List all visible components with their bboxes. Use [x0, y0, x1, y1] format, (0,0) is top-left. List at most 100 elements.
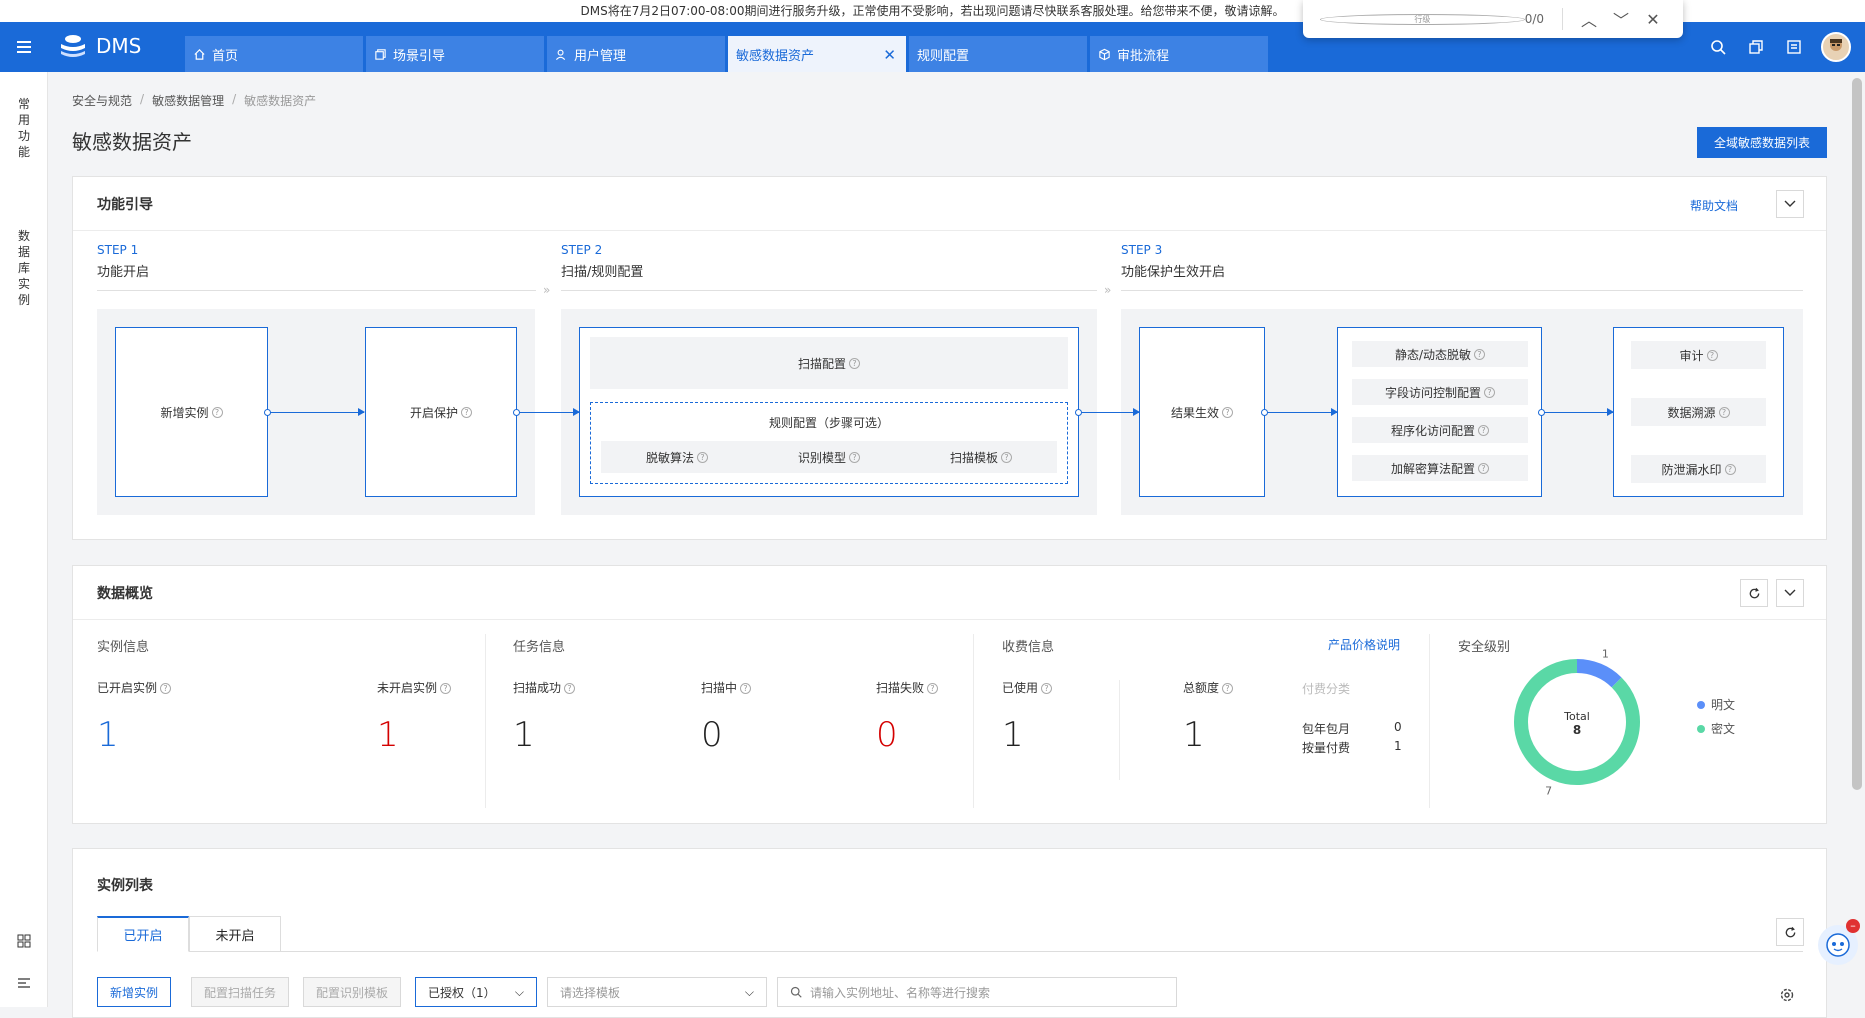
help-icon[interactable]: ?	[1484, 386, 1495, 398]
price-description-link[interactable]: 产品价格说明	[1328, 636, 1400, 653]
global-sensitive-data-list-button[interactable]: 全域敏感数据列表	[1697, 127, 1827, 158]
tab-opened[interactable]: 已开启	[97, 916, 189, 952]
user-avatar[interactable]	[1821, 32, 1851, 62]
programmatic-access-item[interactable]: 程序化访问配置?	[1352, 417, 1528, 443]
find-input[interactable]: 行级	[1320, 13, 1525, 25]
rail-common-functions[interactable]: 常用功能	[17, 96, 31, 160]
static-dynamic-desensitization-item[interactable]: 静态/动态脱敏?	[1352, 341, 1528, 367]
new-instance-button[interactable]: 新增实例	[97, 977, 172, 1007]
new-instance-box[interactable]: 新增实例?	[115, 327, 268, 497]
help-icon[interactable]: ?	[1474, 348, 1486, 360]
search-icon[interactable]	[1699, 28, 1737, 66]
close-icon[interactable]: ✕	[1637, 10, 1669, 29]
page-scrollbar[interactable]	[1852, 78, 1862, 790]
collapse-guide-button[interactable]	[1776, 190, 1804, 218]
subscription-label: 包年包月	[1302, 722, 1351, 736]
help-icon[interactable]: ?	[1706, 349, 1718, 361]
scan-success-value[interactable]: 1	[513, 715, 535, 755]
help-icon[interactable]: ?	[1001, 451, 1012, 463]
collapse-menu-icon[interactable]	[17, 976, 31, 990]
collapse-overview-button[interactable]	[1776, 579, 1804, 607]
legend-item-plaintext[interactable]: 明文	[1697, 696, 1735, 713]
tab-user-management[interactable]: 用户管理	[547, 36, 725, 72]
help-icon[interactable]: ?	[697, 451, 708, 463]
instance-search-input[interactable]: 请输入实例地址、名称等进行搜索	[777, 977, 1177, 1007]
breadcrumb-item[interactable]: 安全与规范	[72, 92, 132, 109]
item-label: 程序化访问配置	[1390, 423, 1475, 438]
breadcrumb-item[interactable]: 敏感数据管理	[152, 92, 224, 109]
scanning-value[interactable]: 0	[701, 715, 723, 755]
unopened-instances-value[interactable]: 1	[377, 715, 399, 755]
rule-config-title: 规则配置（步骤可选）	[768, 416, 889, 430]
enable-protection-box[interactable]: 开启保护?	[365, 327, 517, 497]
tab-scenario-guide[interactable]: 场景引导	[366, 36, 544, 72]
legend-swatch	[1697, 701, 1705, 709]
tab-approval-flow[interactable]: 审批流程	[1090, 36, 1268, 72]
subscription-value: 0	[1394, 720, 1402, 734]
help-icon[interactable]: ?	[1041, 683, 1053, 694]
step-number: STEP 1	[97, 243, 139, 257]
step-number: STEP 2	[561, 243, 603, 257]
config-scan-task-button[interactable]: 配置扫描任务	[191, 977, 290, 1007]
chevron-down-icon[interactable]: ﹀	[1605, 7, 1637, 31]
document-icon[interactable]	[1775, 28, 1813, 66]
dms-logo[interactable]: DMS	[58, 32, 141, 60]
help-icon[interactable]: ?	[1718, 406, 1730, 418]
close-tab-icon[interactable]: ✕	[883, 46, 896, 64]
donut-slice-0[interactable]	[1576, 659, 1622, 688]
tab-label: 审批流程	[1117, 48, 1170, 64]
tab-home[interactable]: 首页	[185, 36, 363, 72]
help-icon[interactable]: ?	[1478, 424, 1489, 436]
authorized-select[interactable]: 已授权（1） ⌵	[415, 977, 537, 1007]
watermark-item[interactable]: 防泄漏水印?	[1631, 455, 1766, 483]
template-select[interactable]: 请选择模板 ⌵	[547, 977, 767, 1007]
help-icon[interactable]: ?	[1724, 463, 1736, 475]
scan-config-chip[interactable]: 扫描配置?	[590, 337, 1068, 389]
help-icon[interactable]: ?	[849, 357, 860, 369]
help-icon[interactable]: ?	[849, 451, 860, 463]
data-trace-item[interactable]: 数据溯源?	[1631, 398, 1766, 426]
help-icon[interactable]: ?	[160, 683, 172, 694]
help-icon[interactable]: ?	[1478, 462, 1489, 474]
menu-icon[interactable]	[16, 37, 36, 57]
help-icon[interactable]: ?	[740, 683, 752, 694]
grid-icon[interactable]	[17, 934, 31, 948]
help-icon[interactable]: ?	[1222, 406, 1233, 418]
settings-icon[interactable]	[1779, 987, 1795, 1003]
task-info-title: 任务信息	[513, 640, 566, 655]
help-icon[interactable]: ?	[564, 683, 576, 694]
scan-template-item[interactable]: 扫描模板?	[905, 441, 1057, 473]
minimize-badge[interactable]: –	[1846, 919, 1860, 933]
card-title: 实例列表	[97, 878, 153, 894]
refresh-list-button[interactable]	[1776, 918, 1804, 946]
chip-label: 扫描配置	[797, 356, 846, 371]
tab-unopened[interactable]: 未开启	[189, 916, 281, 952]
recognition-model-item[interactable]: 识别模型?	[753, 441, 905, 473]
help-icon[interactable]: ?	[461, 406, 472, 418]
help-icon[interactable]: ?	[211, 406, 223, 418]
tab-sensitive-data-assets[interactable]: 敏感数据资产 ✕	[728, 36, 906, 72]
copy-icon[interactable]	[1737, 28, 1775, 66]
help-doc-link[interactable]: 帮助文档	[1690, 197, 1738, 214]
tab-rule-config[interactable]: 规则配置	[909, 36, 1087, 72]
chevron-up-icon[interactable]: ︿	[1573, 7, 1605, 31]
field-access-control-item[interactable]: 字段访问控制配置?	[1352, 379, 1528, 405]
help-icon[interactable]: ?	[440, 683, 452, 694]
left-rail: 常用功能 数据库实例	[0, 72, 48, 1007]
refresh-button[interactable]	[1740, 579, 1768, 607]
opened-instances-value[interactable]: 1	[97, 715, 119, 755]
config-recognition-template-button[interactable]: 配置识别模板	[303, 977, 402, 1007]
audit-item[interactable]: 审计?	[1631, 341, 1766, 369]
desensitization-algorithm-item[interactable]: 脱敏算法?	[601, 441, 753, 473]
result-effect-box[interactable]: 结果生效?	[1139, 327, 1265, 497]
find-count: 0/0	[1524, 12, 1544, 26]
crypto-algorithm-item[interactable]: 加解密算法配置?	[1352, 455, 1528, 481]
scan-failed-value[interactable]: 0	[876, 715, 898, 755]
section-divider	[485, 634, 486, 808]
help-icon[interactable]: ?	[1222, 683, 1234, 694]
legend-item-ciphertext[interactable]: 密文	[1697, 720, 1735, 737]
step-divider	[97, 290, 536, 291]
rail-database-instances[interactable]: 数据库实例	[17, 228, 31, 308]
help-icon[interactable]: ?	[927, 683, 939, 694]
section-divider	[1429, 634, 1430, 808]
